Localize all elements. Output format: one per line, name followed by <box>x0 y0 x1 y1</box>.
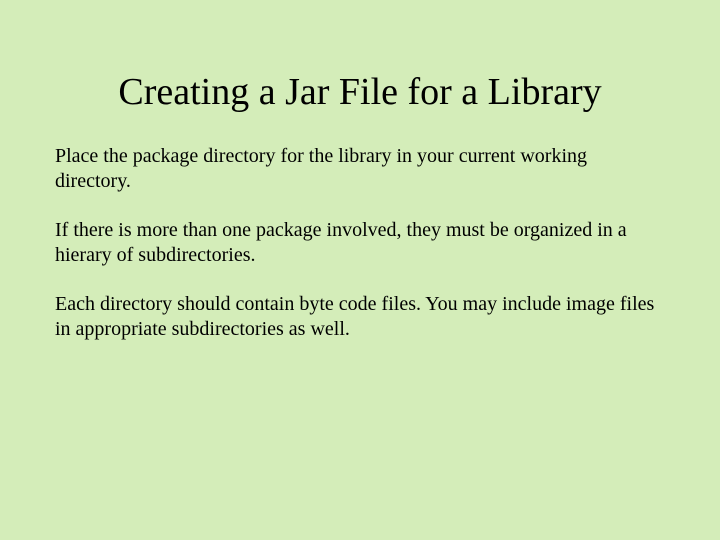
slide-title: Creating a Jar File for a Library <box>50 70 670 114</box>
slide-paragraph: If there is more than one package involv… <box>55 218 665 268</box>
slide-paragraph: Each directory should contain byte code … <box>55 292 665 342</box>
slide-paragraph: Place the package directory for the libr… <box>55 144 665 194</box>
slide-body: Place the package directory for the libr… <box>50 144 670 342</box>
